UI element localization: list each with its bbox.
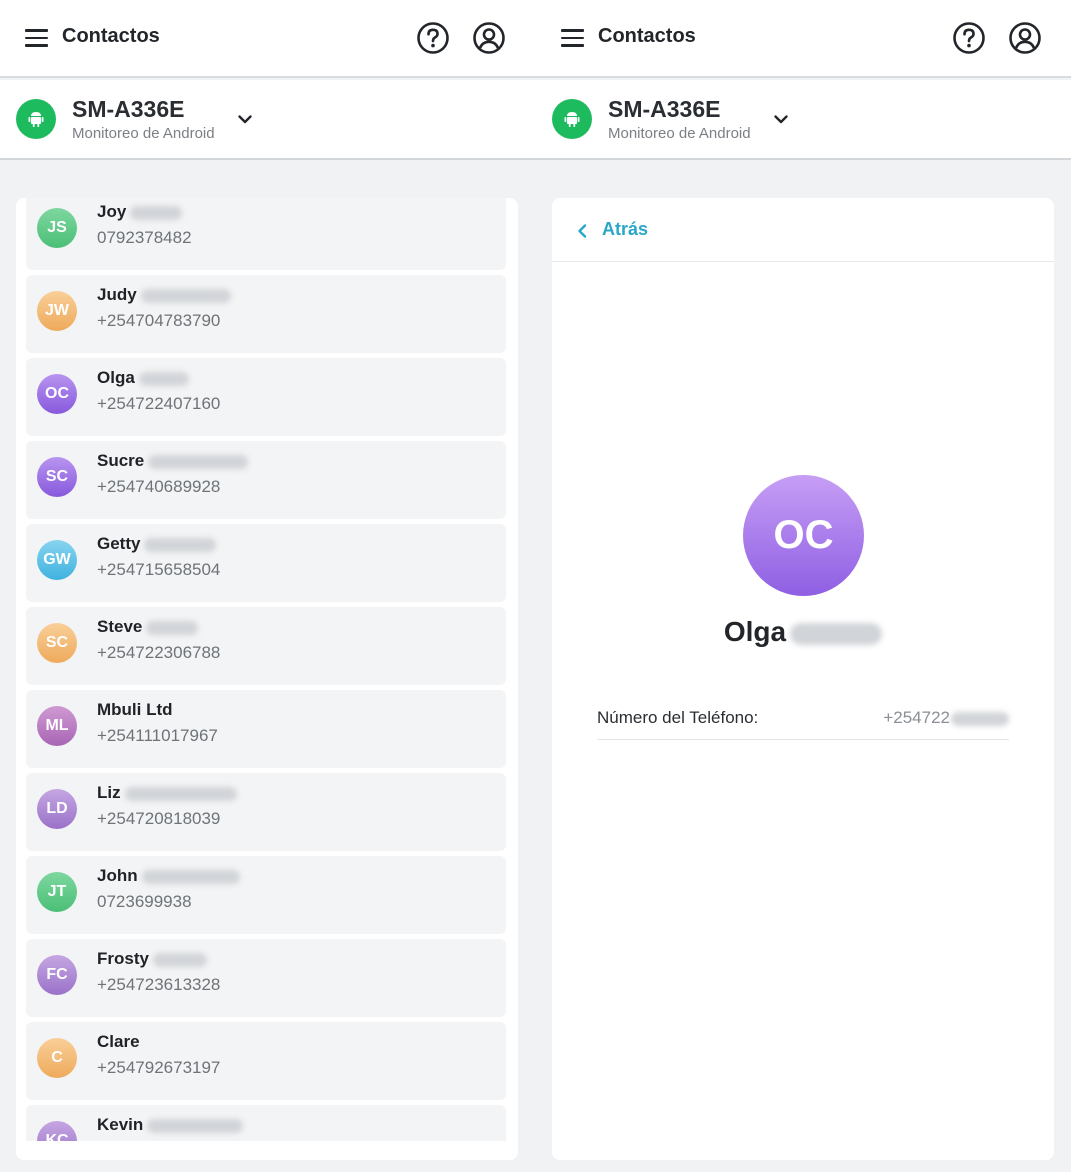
redacted-text bbox=[790, 622, 883, 645]
contact-row[interactable]: JS Joy 0792378482 bbox=[26, 198, 506, 270]
contact-phone: +254111017967 bbox=[97, 726, 218, 745]
phone-label: Número del Teléfono: bbox=[597, 708, 759, 727]
contact-phone: +254740689928 bbox=[97, 477, 221, 496]
phone-value: +254722 bbox=[883, 708, 1009, 728]
contacts-list-pane: Contactos SM-A336E Monitoreo de Android bbox=[0, 0, 536, 1172]
account-icon[interactable] bbox=[472, 21, 506, 55]
page-title: Contactos bbox=[598, 25, 696, 47]
contacts-scroll-area[interactable]: JS Joy 0792378482 JW Judy +254704783790 … bbox=[26, 198, 506, 1141]
chevron-down-icon[interactable] bbox=[772, 110, 790, 128]
android-icon bbox=[28, 112, 44, 127]
contact-phone: +254792673197 bbox=[97, 1058, 221, 1077]
chevron-left-icon bbox=[578, 224, 587, 238]
contacts-list[interactable]: JS Joy 0792378482 JW Judy +254704783790 … bbox=[16, 198, 518, 1160]
contact-row[interactable]: LD Liz +254720818039 bbox=[26, 773, 506, 851]
contact-name: Clare bbox=[97, 1032, 140, 1051]
redacted-text bbox=[130, 205, 183, 220]
app-bar: Contactos bbox=[0, 0, 536, 78]
avatar: SC bbox=[37, 623, 77, 663]
redacted-text bbox=[138, 371, 189, 386]
contact-row[interactable]: OC Olga +254722407160 bbox=[26, 358, 506, 436]
avatar: JT bbox=[37, 872, 77, 912]
contact-phone: 0792378482 bbox=[97, 228, 192, 247]
contact-name: Liz bbox=[97, 783, 237, 803]
divider bbox=[552, 261, 1054, 262]
contact-avatar: OC bbox=[743, 475, 864, 596]
contact-row[interactable]: C Clare +254792673197 bbox=[26, 1022, 506, 1100]
page-title: Contactos bbox=[62, 25, 160, 47]
contact-row[interactable]: GW Getty +254715658504 bbox=[26, 524, 506, 602]
app-bar: Contactos bbox=[536, 0, 1071, 78]
device-badge bbox=[552, 99, 592, 139]
contact-name: Kevin bbox=[97, 1115, 244, 1135]
avatar: KC bbox=[37, 1121, 77, 1141]
chevron-down-icon[interactable] bbox=[236, 110, 254, 128]
contact-row[interactable]: SC Steve +254722306788 bbox=[26, 607, 506, 685]
contact-name: Olga bbox=[97, 368, 189, 388]
avatar: JW bbox=[37, 291, 77, 331]
help-icon[interactable] bbox=[416, 21, 450, 55]
redacted-text bbox=[152, 952, 207, 967]
contact-row[interactable]: SC Sucre +254740689928 bbox=[26, 441, 506, 519]
contact-phone: 0723699938 bbox=[97, 892, 192, 911]
device-name: SM-A336E bbox=[72, 96, 185, 122]
android-icon bbox=[564, 112, 580, 127]
contact-phone: +254715658504 bbox=[97, 560, 221, 579]
redacted-text bbox=[146, 620, 199, 635]
contact-name: Mbuli Ltd bbox=[97, 700, 173, 719]
back-label: Atrás bbox=[602, 219, 649, 239]
contact-phone: +254723613328 bbox=[97, 975, 221, 994]
avatar: JS bbox=[37, 208, 77, 248]
device-selector[interactable]: SM-A336E Monitoreo de Android bbox=[0, 80, 536, 160]
redacted-text bbox=[144, 537, 217, 552]
hamburger-icon[interactable] bbox=[25, 29, 48, 47]
contact-name-heading: Olga bbox=[552, 616, 1054, 648]
contact-phone: +254720818039 bbox=[97, 809, 221, 828]
contact-detail-card: Atrás OC Olga Número del Teléfono: +2547… bbox=[552, 198, 1054, 1160]
avatar: SC bbox=[37, 457, 77, 497]
contact-name: Joy bbox=[97, 202, 183, 222]
contact-detail-pane: Contactos SM-A336E Monitoreo de Android bbox=[536, 0, 1071, 1172]
help-icon[interactable] bbox=[952, 21, 986, 55]
device-subtitle: Monitoreo de Android bbox=[72, 125, 215, 142]
contact-phone: +254704783790 bbox=[97, 311, 221, 330]
avatar: OC bbox=[37, 374, 77, 414]
avatar: ML bbox=[37, 706, 77, 746]
redacted-text bbox=[147, 1118, 244, 1133]
contact-name: Judy bbox=[97, 285, 231, 305]
redacted-text bbox=[951, 711, 1009, 726]
avatar: FC bbox=[37, 955, 77, 995]
avatar: GW bbox=[37, 540, 77, 580]
hamburger-icon[interactable] bbox=[561, 29, 584, 47]
contact-name: Sucre bbox=[97, 451, 249, 471]
account-icon[interactable] bbox=[1008, 21, 1042, 55]
device-name: SM-A336E bbox=[608, 96, 721, 122]
contact-phone: +254722407160 bbox=[97, 394, 221, 413]
redacted-text bbox=[141, 869, 240, 884]
contact-name: Frosty bbox=[97, 949, 207, 969]
contact-phone: +254722306788 bbox=[97, 643, 221, 662]
contact-row[interactable]: ML Mbuli Ltd +254111017967 bbox=[26, 690, 506, 768]
contact-name: John bbox=[97, 866, 240, 886]
contact-row[interactable]: JT John 0723699938 bbox=[26, 856, 506, 934]
redacted-text bbox=[140, 288, 231, 303]
device-subtitle: Monitoreo de Android bbox=[608, 125, 751, 142]
contact-row[interactable]: FC Frosty +254723613328 bbox=[26, 939, 506, 1017]
contact-name: Getty bbox=[97, 534, 217, 554]
contact-row[interactable]: KC Kevin bbox=[26, 1105, 506, 1141]
avatar: LD bbox=[37, 789, 77, 829]
redacted-text bbox=[124, 786, 237, 801]
phone-field-row: Número del Teléfono: +254722 bbox=[597, 700, 1009, 740]
device-badge bbox=[16, 99, 56, 139]
device-selector[interactable]: SM-A336E Monitoreo de Android bbox=[536, 80, 1071, 160]
avatar: C bbox=[37, 1038, 77, 1078]
redacted-text bbox=[148, 454, 249, 469]
contact-row[interactable]: JW Judy +254704783790 bbox=[26, 275, 506, 353]
contact-name: Steve bbox=[97, 617, 199, 637]
